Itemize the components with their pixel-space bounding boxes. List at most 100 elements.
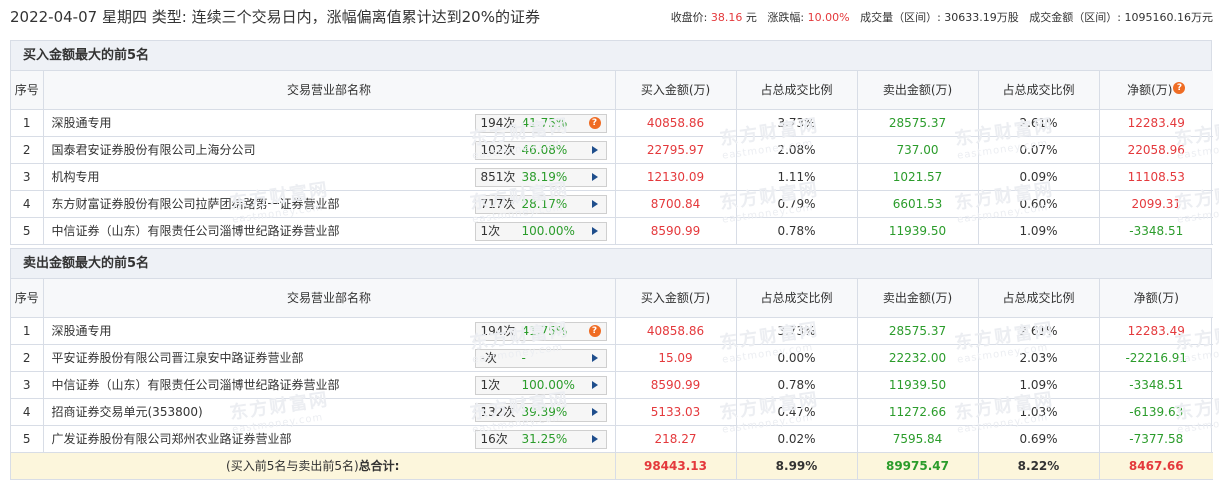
expand-arrow-icon[interactable] xyxy=(591,380,598,389)
total-buy-ratio: 8.99% xyxy=(736,452,858,480)
buy-amount: 8590.99 xyxy=(615,217,737,245)
volume-label: 成交量（区间）: xyxy=(860,11,941,24)
total-row: (买入前5名与卖出前5名)总合计: 98443.13 8.99% 89975.4… xyxy=(11,452,1213,480)
buy-ratio: 3.73% xyxy=(736,317,858,345)
win-rate: 100.00% xyxy=(521,223,575,238)
sell-ratio: 2.03% xyxy=(978,344,1100,372)
buy-ratio: 0.79% xyxy=(736,190,858,218)
branch-name[interactable]: 中信证券（山东）有限责任公司淄博世纪路证券营业部 xyxy=(52,376,340,393)
trade-stat-box[interactable]: 16次 31.25% xyxy=(474,429,607,449)
branch-name[interactable]: 中信证券（山东）有限责任公司淄博世纪路证券营业部 xyxy=(52,222,340,239)
col-buy-ratio: 占总成交比例 xyxy=(736,279,858,318)
sell-top5-table: 序号 交易营业部名称 买入金额(万) 占总成交比例 卖出金额(万) 占总成交比例… xyxy=(11,279,1213,480)
total-sell: 89975.47 xyxy=(857,452,979,480)
total-buy: 98443.13 xyxy=(615,452,737,480)
sell-ratio: 1.09% xyxy=(978,217,1100,245)
sell-amount: 11272.66 xyxy=(857,398,979,426)
buy-amount: 12130.09 xyxy=(615,163,737,191)
trade-count: 132次 xyxy=(480,404,516,419)
win-rate: 28.17% xyxy=(521,196,568,211)
trade-count: 717次 xyxy=(480,196,516,211)
sell-ratio: 0.09% xyxy=(978,163,1100,191)
branch-cell: 深股通专用 194次 41.75%? xyxy=(43,317,616,345)
net-amount: -3348.51 xyxy=(1099,371,1213,399)
sell-ratio: 0.07% xyxy=(978,136,1100,164)
row-idx: 5 xyxy=(11,425,44,453)
net-amount: 2099.31 xyxy=(1099,190,1213,218)
branch-name[interactable]: 平安证券股份有限公司晋江泉安中路证券营业部 xyxy=(52,349,304,366)
trade-stat-box[interactable]: 1次 100.00% xyxy=(474,375,607,395)
branch-name[interactable]: 招商证券交易单元(353800) xyxy=(52,403,203,420)
col-buy: 买入金额(万) xyxy=(615,71,737,110)
trade-stat-box[interactable]: 717次 28.17% xyxy=(474,194,607,214)
buy-section-title: 买入金额最大的前5名 xyxy=(11,41,1211,71)
buy-amount: 22795.97 xyxy=(615,136,737,164)
col-sell-ratio: 占总成交比例 xyxy=(978,279,1100,318)
branch-cell: 中信证券（山东）有限责任公司淄博世纪路证券营业部 1次 100.00% xyxy=(43,217,616,245)
net-amount: 12283.49 xyxy=(1099,109,1213,137)
total-label: (买入前5名与卖出前5名)总合计: xyxy=(11,452,616,480)
date-text: 2022-04-07 xyxy=(10,8,98,26)
net-amount: -7377.58 xyxy=(1099,425,1213,453)
buy-top5-panel: 买入金额最大的前5名 序号 交易营业部名称 买入金额(万) 占总成交比例 卖出金… xyxy=(10,40,1213,245)
buy-top5-table: 序号 交易营业部名称 买入金额(万) 占总成交比例 卖出金额(万) 占总成交比例… xyxy=(11,71,1213,245)
type-label: 类型: xyxy=(151,8,187,26)
buy-amount: 15.09 xyxy=(615,344,737,372)
question-icon[interactable]: ? xyxy=(588,324,601,337)
branch-name[interactable]: 深股通专用 xyxy=(52,114,112,131)
close-value: 38.16 xyxy=(710,11,743,24)
expand-arrow-icon[interactable] xyxy=(591,434,598,443)
branch-name[interactable]: 广发证券股份有限公司郑州农业路证券营业部 xyxy=(52,430,292,447)
branch-name[interactable]: 东方财富证券股份有限公司拉萨团结路第一证券营业部 xyxy=(52,195,340,212)
amount-value: 1095160.16万元 xyxy=(1124,11,1213,24)
trade-count: 102次 xyxy=(480,142,516,157)
header-bar: 2022-04-07 星期四 类型: 连续三个交易日内，涨幅偏离值累计达到20%… xyxy=(0,0,1219,32)
net-amount: -6139.63 xyxy=(1099,398,1213,426)
branch-cell: 国泰君安证券股份有限公司上海分公司 102次 46.08% xyxy=(43,136,616,164)
buy-ratio: 0.02% xyxy=(736,425,858,453)
branch-cell: 招商证券交易单元(353800) 132次 39.39% xyxy=(43,398,616,426)
branch-cell: 广发证券股份有限公司郑州农业路证券营业部 16次 31.25% xyxy=(43,425,616,453)
sell-section-title: 卖出金额最大的前5名 xyxy=(11,249,1211,279)
buy-amount: 8590.99 xyxy=(615,371,737,399)
table-row: 2 平安证券股份有限公司晋江泉安中路证券营业部 -次 - 15.09 0.00% 22232… xyxy=(11,344,1213,372)
total-label-prefix: (买入前5名与卖出前5名) xyxy=(226,459,359,473)
col-idx: 序号 xyxy=(11,279,44,318)
col-name: 交易营业部名称 xyxy=(43,71,616,110)
trade-stat-box[interactable]: 132次 39.39% xyxy=(474,402,607,422)
buy-ratio: 2.08% xyxy=(736,136,858,164)
row-idx: 3 xyxy=(11,371,44,399)
net-amount: -3348.51 xyxy=(1099,217,1213,245)
col-net-label: 净额(万) xyxy=(1127,83,1173,98)
expand-arrow-icon[interactable] xyxy=(591,199,598,208)
expand-arrow-icon[interactable] xyxy=(591,407,598,416)
sell-top5-panel: 卖出金额最大的前5名 序号 交易营业部名称 买入金额(万) 占总成交比例 卖出金… xyxy=(10,248,1213,480)
trade-stat-box[interactable]: 194次 41.75%? xyxy=(474,321,607,341)
trade-stat-box[interactable]: 851次 38.19% xyxy=(474,167,607,187)
trade-stat-box[interactable]: 1次 100.00% xyxy=(474,221,607,241)
row-idx: 2 xyxy=(11,136,44,164)
expand-arrow-icon[interactable] xyxy=(591,172,598,181)
question-icon[interactable]: ? xyxy=(1173,82,1186,95)
table-row: 5 中信证券（山东）有限责任公司淄博世纪路证券营业部 1次 100.00% 8590.9… xyxy=(11,217,1213,245)
buy-ratio: 0.00% xyxy=(736,344,858,372)
branch-name[interactable]: 深股通专用 xyxy=(52,322,112,339)
net-amount: -22216.91 xyxy=(1099,344,1213,372)
expand-arrow-icon[interactable] xyxy=(591,353,598,362)
branch-name[interactable]: 机构专用 xyxy=(52,168,100,185)
trade-stat-box[interactable]: 194次 41.75%? xyxy=(474,113,607,133)
branch-cell: 东方财富证券股份有限公司拉萨团结路第一证券营业部 717次 28.17% xyxy=(43,190,616,218)
change-label: 涨跌幅: xyxy=(767,11,805,24)
table-row: 4 招商证券交易单元(353800) 132次 39.39% 5133.03 0.47% 1… xyxy=(11,398,1213,426)
question-icon[interactable]: ? xyxy=(588,116,601,129)
win-rate: 38.19% xyxy=(521,169,568,184)
expand-arrow-icon[interactable] xyxy=(591,145,598,154)
col-sell: 卖出金额(万) xyxy=(857,279,979,318)
trade-count: 194次 xyxy=(480,115,516,130)
buy-amount: 5133.03 xyxy=(615,398,737,426)
trade-stat-box[interactable]: 102次 46.08% xyxy=(474,140,607,160)
branch-name[interactable]: 国泰君安证券股份有限公司上海分公司 xyxy=(52,141,256,158)
row-idx: 1 xyxy=(11,317,44,345)
expand-arrow-icon[interactable] xyxy=(591,226,598,235)
trade-stat-box[interactable]: -次 - xyxy=(474,348,607,368)
